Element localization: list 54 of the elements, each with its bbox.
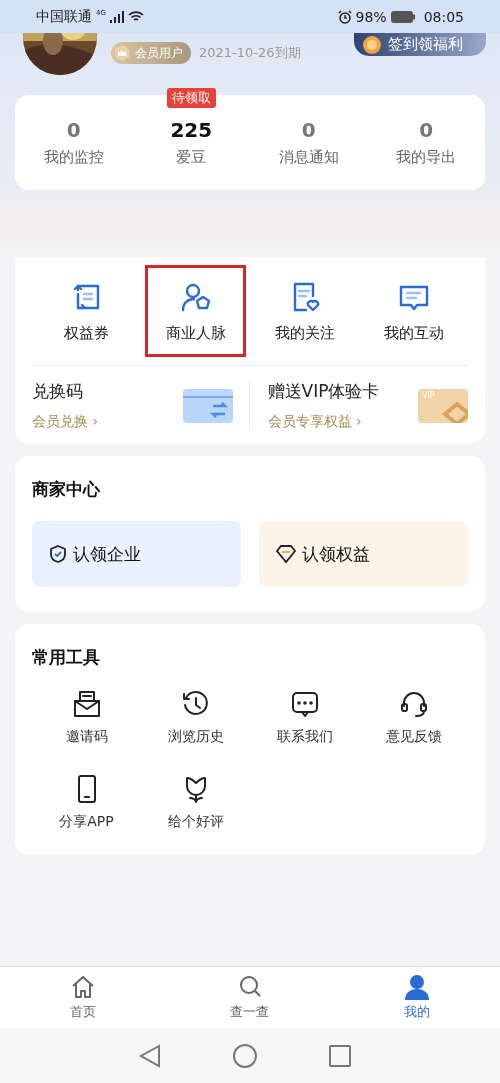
- stat-value[interactable]: 225: [170, 118, 213, 142]
- tool-item[interactable]: 给个好评: [167, 813, 224, 831]
- highlighted-feature-item[interactable]: 商业人脉: [145, 265, 246, 357]
- user-icon: [403, 974, 430, 1000]
- stat-label[interactable]: 消息通知: [278, 148, 339, 167]
- feature-item[interactable]: 我的关注: [254, 265, 355, 357]
- stat-label[interactable]: 我的监控: [43, 148, 104, 167]
- tool-item[interactable]: 意见反馈: [385, 728, 442, 746]
- stat-label[interactable]: 我的导出: [396, 148, 457, 167]
- stat-value[interactable]: 0: [66, 118, 81, 142]
- member-badge: 会员用户: [111, 42, 191, 64]
- signal-icon: [109, 10, 124, 23]
- tool-item[interactable]: 联系我们: [276, 728, 333, 746]
- battery-icon: [390, 10, 416, 23]
- feature-item[interactable]: 权益券: [36, 265, 137, 357]
- section-title: 商家中心: [32, 478, 101, 501]
- promo-title[interactable]: 兑换码: [32, 380, 99, 403]
- back-icon[interactable]: [139, 1043, 161, 1068]
- pending-tag: 待领取: [166, 88, 216, 108]
- nav-tab[interactable]: 我的: [333, 967, 500, 1028]
- recents-icon[interactable]: [329, 1044, 351, 1067]
- promo-link[interactable]: 会员专享权益 ›: [267, 413, 380, 431]
- coin-icon: [362, 34, 382, 55]
- tool-item[interactable]: 浏览历史: [167, 728, 224, 746]
- stat-value[interactable]: 0: [301, 118, 316, 142]
- vip-card-text: VIP: [422, 390, 435, 400]
- clock-time: 08:05: [423, 8, 464, 25]
- diamond-icon: [275, 544, 297, 564]
- battery-percent: 98%: [355, 8, 387, 25]
- alarm-icon: [337, 9, 352, 24]
- promo-link[interactable]: 会员兑换 ›: [32, 413, 99, 431]
- section-title: 常用工具: [32, 646, 101, 669]
- envelope-icon: [71, 689, 102, 719]
- tool-item[interactable]: 分享APP: [59, 813, 114, 831]
- crown-icon: [113, 44, 131, 62]
- stat-value[interactable]: 0: [419, 118, 434, 142]
- chat-dots-icon: [289, 689, 320, 719]
- checkin-button[interactable]: 签到领福利: [354, 33, 486, 56]
- carrier-name: 中国联通: [36, 7, 92, 26]
- exchange-card-icon: [182, 388, 233, 423]
- nav-tab[interactable]: 首页: [0, 967, 167, 1028]
- merchant-button[interactable]: 认领企业: [32, 521, 241, 587]
- membership-expiry: 2021-10-26到期: [199, 44, 301, 62]
- promo-title[interactable]: 赠送VIP体验卡: [267, 380, 380, 403]
- diamond-icon: [442, 400, 468, 423]
- nav-tab[interactable]: 查一查: [166, 967, 334, 1028]
- wifi-icon: [127, 10, 144, 23]
- merchant-button[interactable]: 认领权益: [259, 521, 468, 587]
- home-circle-icon[interactable]: [233, 1043, 257, 1068]
- headset-icon: [398, 689, 429, 719]
- shield-check-icon: [48, 544, 68, 564]
- tool-item[interactable]: 邀请码: [65, 728, 108, 746]
- feature-item[interactable]: 我的互动: [363, 265, 464, 357]
- stat-label[interactable]: 爱豆: [176, 148, 207, 167]
